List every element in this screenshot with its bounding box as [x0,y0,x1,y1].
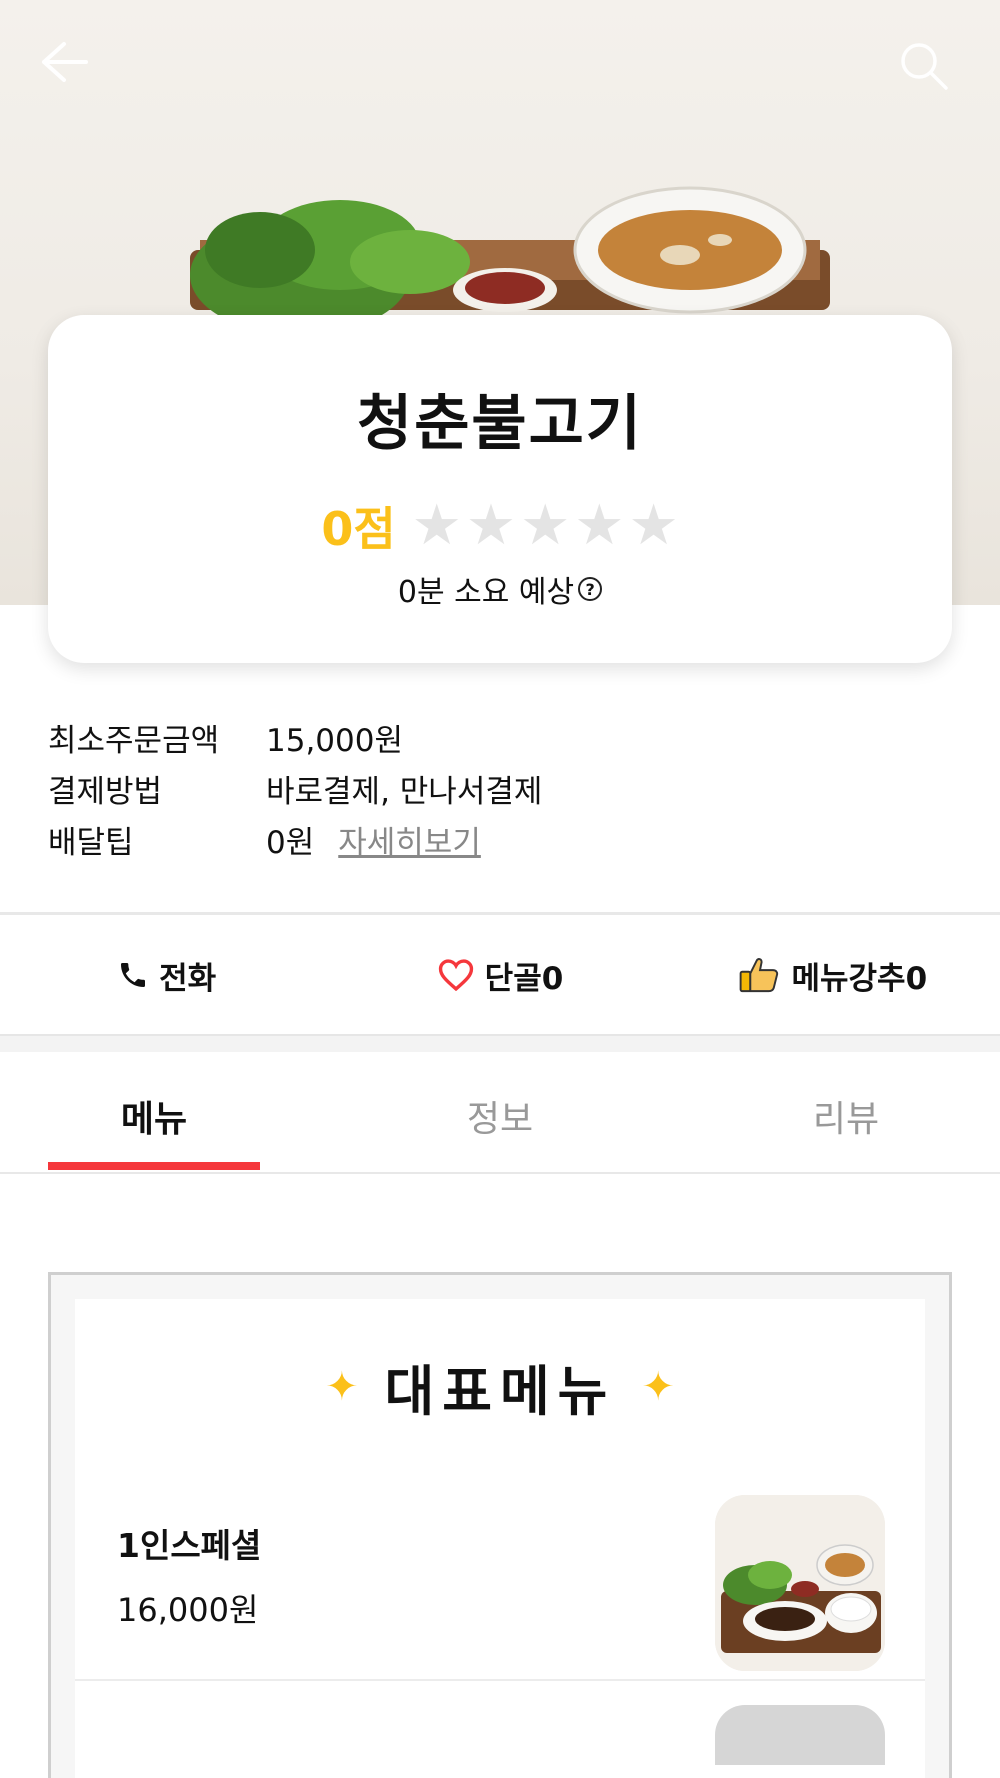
star-icon: ★ [628,493,679,558]
info-row-delivery-tip: 배달팁 0원 자세히보기 [48,814,542,865]
help-icon[interactable]: ? [578,577,603,601]
star-icon: ★ [411,493,462,558]
eta-text: 0분 소요 예상 [397,575,575,610]
store-info: 최소주문금액 15,000원 결제방법 바로결제, 만나서결제 배달팁 0원 자… [48,712,542,865]
thumbs-up-icon [740,958,779,993]
info-label: 배달팁 [48,825,134,861]
active-tab-indicator [48,1162,260,1170]
menu-item-photo [715,1495,885,1671]
sparkle-icon: ✦ [641,1363,675,1410]
store-summary-card: 청춘불고기 0점 ★ ★ ★ ★ ★ 0분 소요 예상 ? [48,315,952,663]
search-icon [901,43,948,90]
heart-icon [438,959,473,992]
recommend-label: 메뉴강추0 [791,960,928,997]
menu-item-name: 1인스페셜 [117,1526,262,1565]
tab-bar: 메뉴 정보 리뷰 [0,1052,1000,1174]
info-row-min-order: 최소주문금액 15,000원 [48,712,542,763]
favorite-button[interactable]: 단골0 [333,953,666,998]
info-row-payment: 결제방법 바로결제, 만나서결제 [48,763,542,814]
search-button[interactable] [898,40,958,100]
info-value: 바로결제, 만나서결제 [266,774,543,810]
tab-menu[interactable]: 메뉴 [48,1090,260,1142]
star-icon: ★ [574,493,625,558]
back-button[interactable] [40,40,100,100]
info-value: 0원 [266,825,315,861]
favorite-label: 단골0 [484,960,564,997]
info-value: 15,000원 [266,723,403,759]
tab-info[interactable]: 정보 [394,1090,606,1142]
menu-item-photo-partial [715,1705,885,1765]
call-button[interactable]: 전화 [0,953,333,998]
delivery-tip-details-link[interactable]: 자세히보기 [338,817,481,862]
featured-menu-section: ✦ 대표메뉴 ✦ 1인스페셜 16,000원 [48,1272,952,1778]
menu-item[interactable]: 1인스페셜 16,000원 [75,1489,925,1681]
phone-icon [121,963,146,987]
info-label: 최소주문금액 [48,723,220,759]
tab-review[interactable]: 리뷰 [740,1090,952,1142]
divider [0,912,1000,915]
info-label: 결제방법 [48,774,163,810]
section-separator [0,1034,1000,1052]
recommend-button[interactable]: 메뉴강추0 [667,953,1000,998]
star-icon: ★ [465,493,517,558]
featured-menu-title: 대표메뉴 [384,1360,616,1423]
call-label: 전화 [159,960,217,997]
menu-item-price: 16,000원 [117,1591,259,1629]
action-bar: 전화 단골0 메뉴강추0 [0,916,1000,1034]
food-thumbnail [715,1495,885,1671]
rating-score: 0점 [321,502,396,556]
sparkle-icon: ✦ [325,1363,359,1410]
featured-menu-panel: ✦ 대표메뉴 ✦ 1인스페셜 16,000원 [75,1299,925,1778]
eta-row: 0분 소요 예상 ? [48,567,952,611]
rating-stars: ★ ★ ★ ★ ★ [412,498,679,554]
store-name: 청춘불고기 [357,389,643,459]
star-icon: ★ [520,493,571,558]
rating-row: 0점 ★ ★ ★ ★ ★ [48,493,952,559]
featured-menu-header: ✦ 대표메뉴 ✦ [75,1347,925,1426]
back-arrow-icon [42,42,88,82]
